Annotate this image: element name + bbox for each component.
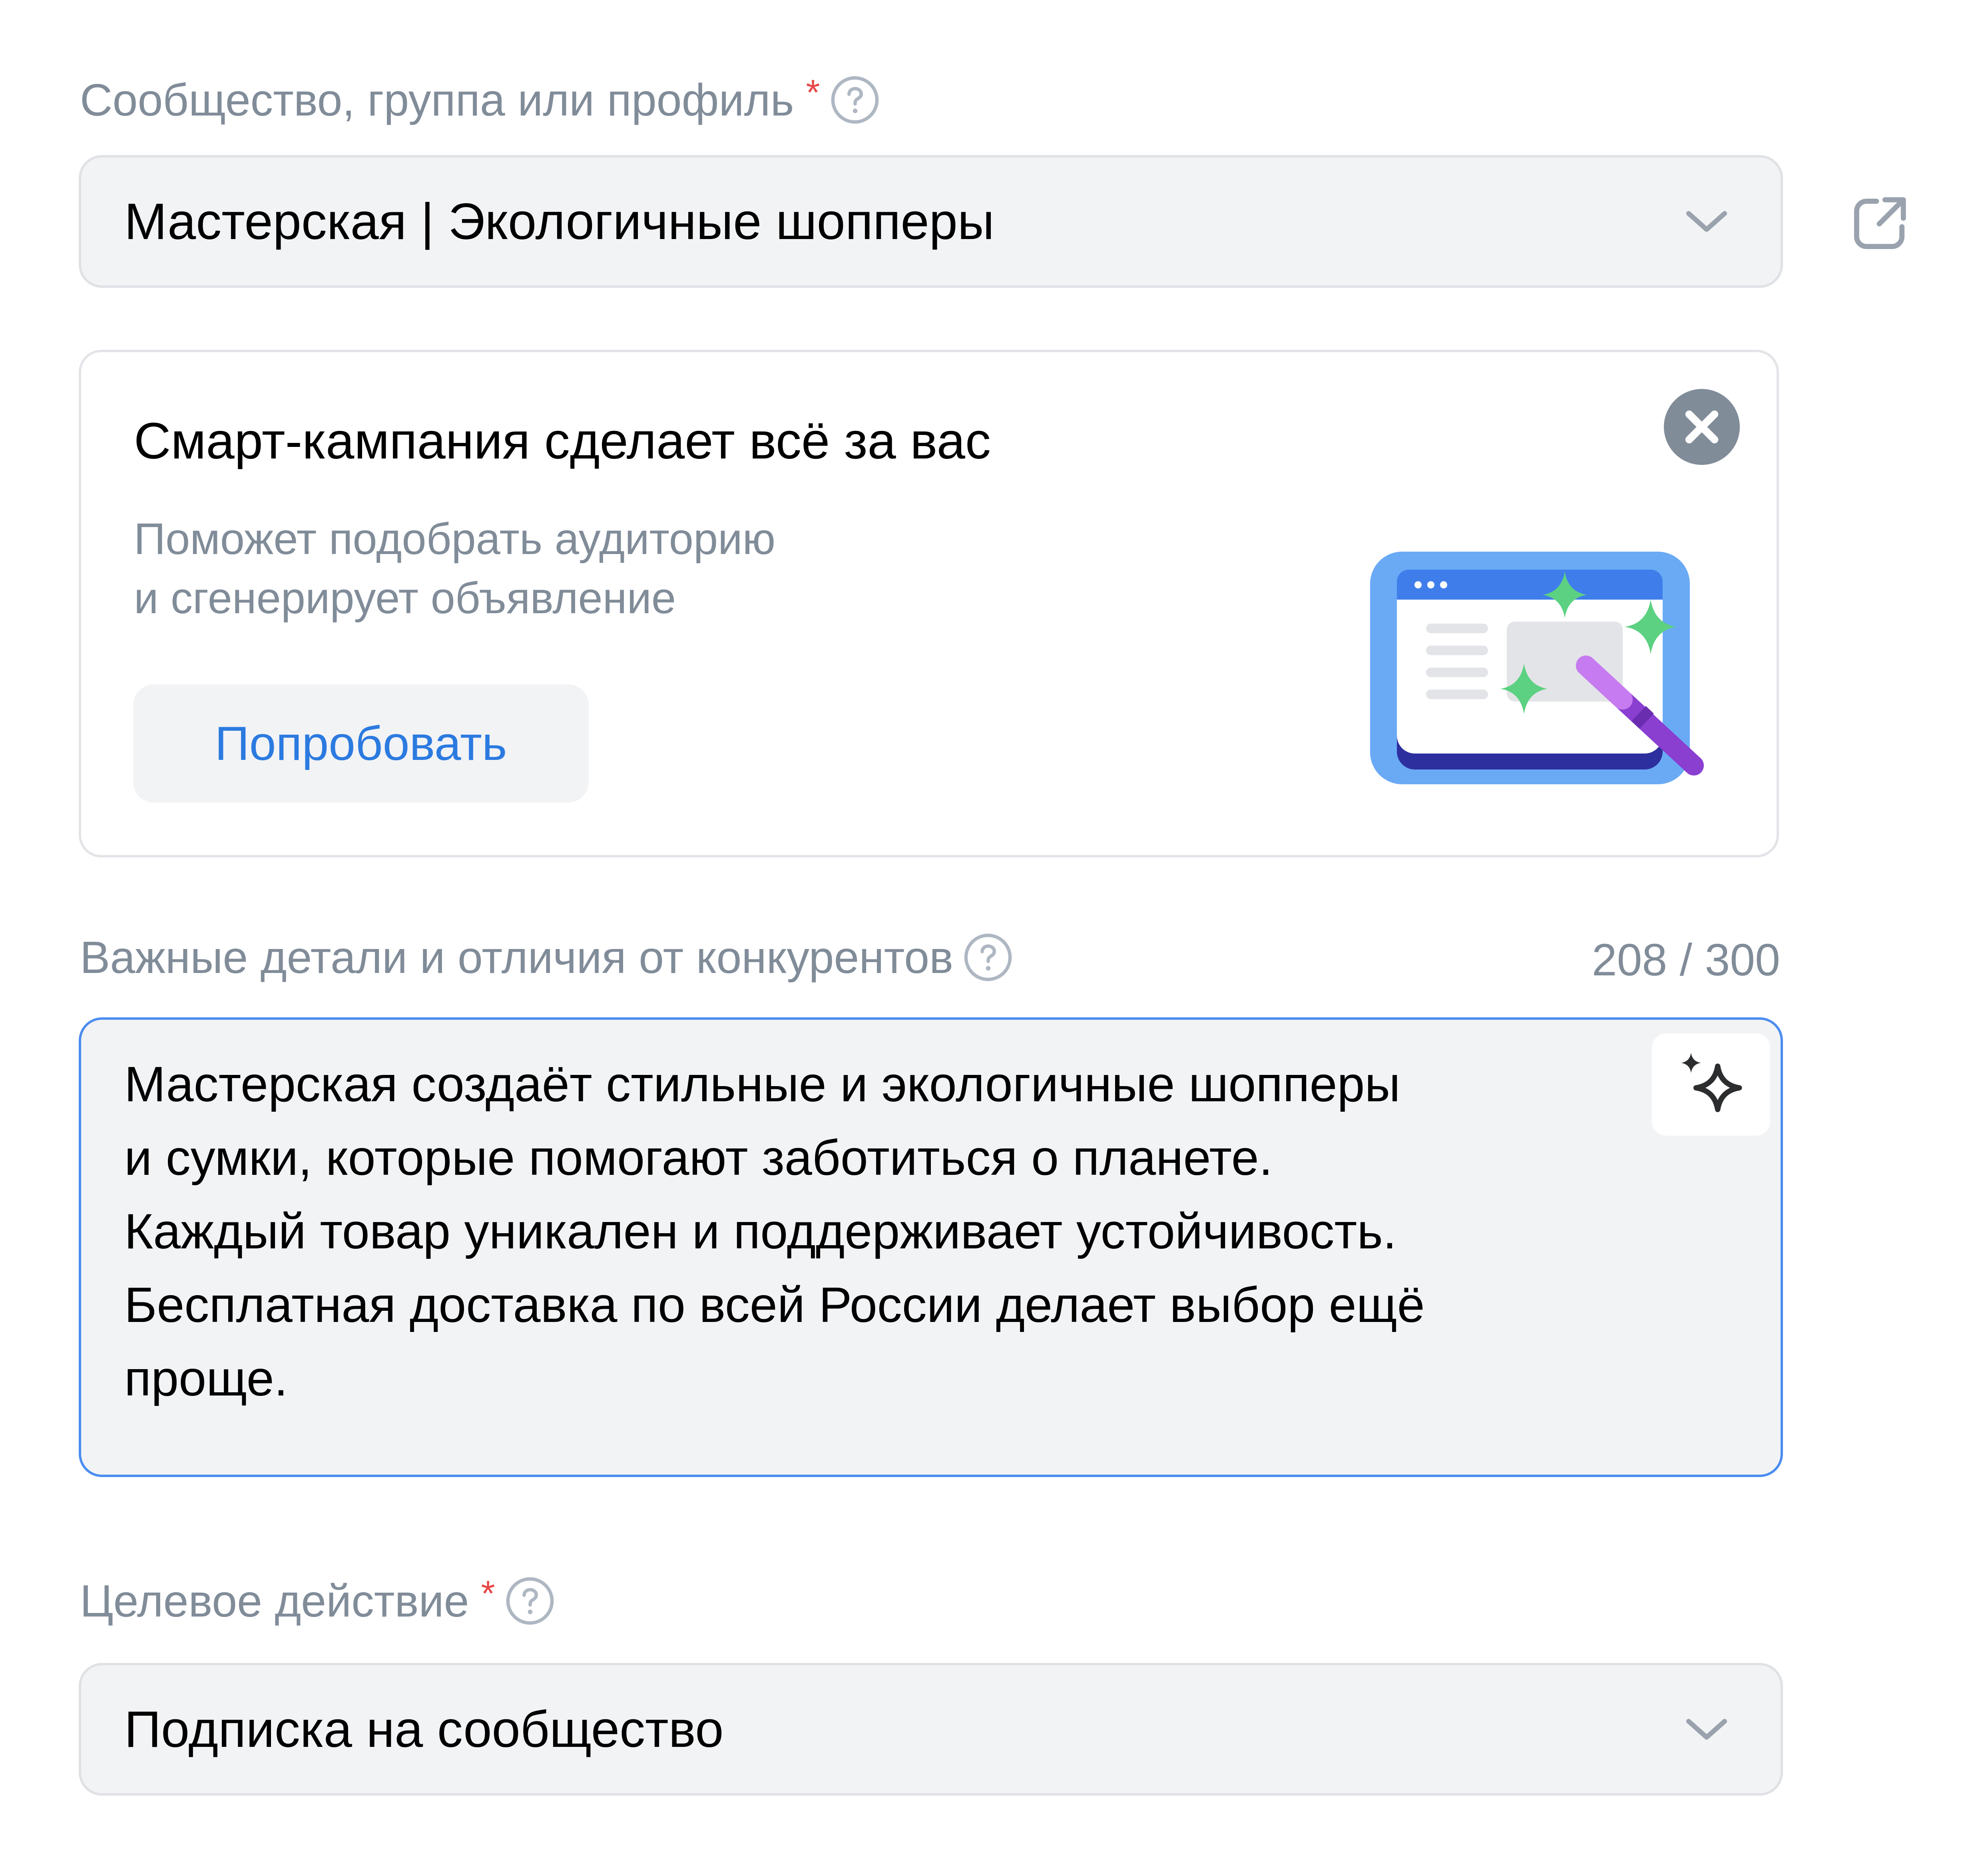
promo-description-line: и сгенерирует объявление: [134, 574, 676, 623]
promo-title: Смарт-кампания сделает всё за вас: [134, 413, 991, 470]
textarea-line: Бесплатная доставка по всей России делае…: [124, 1278, 1425, 1333]
magic-wand-illustration: [1367, 548, 1719, 787]
target-action-select[interactable]: Подписка на сообщество: [79, 1663, 1783, 1796]
external-link-icon[interactable]: [1845, 190, 1913, 258]
help-icon[interactable]: [963, 932, 1013, 983]
promo-description-line: Поможет подобрать аудиторию: [134, 514, 776, 564]
textarea-line: и сумки, которые помогают заботиться о п…: [124, 1130, 1273, 1186]
community-select[interactable]: Мастерская | Экологичные шопперы: [79, 155, 1783, 288]
ai-generate-button[interactable]: [1652, 1033, 1770, 1136]
target-action-select-value: Подписка на сообщество: [124, 1701, 724, 1758]
target-action-field-label: Целевое действие *: [80, 1575, 555, 1627]
required-mark: *: [806, 73, 820, 113]
required-mark: *: [481, 1574, 495, 1614]
chevron-down-icon: [1683, 1713, 1731, 1745]
community-field-label: Сообщество, группа или профиль *: [80, 74, 880, 126]
details-textarea-value: Мастерская создаёт стильные и экологичны…: [124, 1048, 1425, 1415]
help-icon[interactable]: [505, 1576, 555, 1626]
textarea-line: проще.: [124, 1351, 288, 1406]
details-textarea[interactable]: Мастерская создаёт стильные и экологичны…: [79, 1017, 1783, 1477]
details-field-label: Важные детали и отличия от конкурентов: [80, 931, 1013, 983]
community-select-value: Мастерская | Экологичные шопперы: [124, 193, 994, 250]
chevron-down-icon: [1683, 205, 1731, 237]
character-counter: 208 / 300: [1592, 935, 1780, 985]
target-action-label-text: Целевое действие: [80, 1575, 469, 1626]
textarea-line: Каждый товар уникален и поддерживает уст…: [124, 1204, 1397, 1259]
help-icon[interactable]: [830, 75, 880, 125]
community-label-text: Сообщество, группа или профиль: [80, 74, 794, 125]
textarea-line: Мастерская создаёт стильные и экологичны…: [124, 1057, 1400, 1112]
promo-description: Поможет подобрать аудиторию и сгенерируе…: [134, 510, 775, 628]
close-icon[interactable]: [1664, 389, 1740, 465]
try-button[interactable]: Попробовать: [133, 684, 589, 803]
details-label-text: Важные детали и отличия от конкурентов: [80, 932, 954, 983]
sparkles-icon: [1671, 1045, 1751, 1124]
